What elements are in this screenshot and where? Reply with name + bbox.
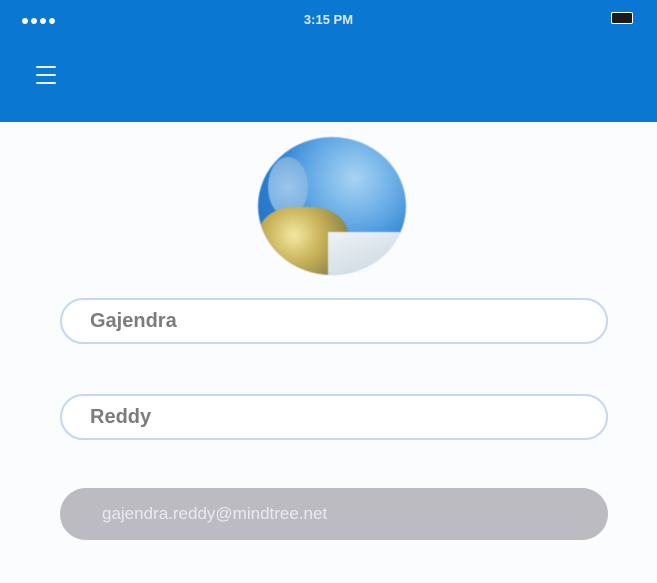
battery-icon <box>611 12 633 24</box>
last-name-field[interactable]: Reddy <box>60 394 608 440</box>
footer-hint <box>58 570 598 583</box>
app-header: 3:15 PM <box>0 0 657 122</box>
first-name-field[interactable]: Gajendra <box>60 298 608 344</box>
status-bar: 3:15 PM <box>0 0 657 44</box>
hamburger-menu-icon[interactable] <box>36 64 62 90</box>
status-time: 3:15 PM <box>303 12 354 27</box>
profile-avatar[interactable] <box>258 137 406 275</box>
profile-screen: 3:15 PM Gajendra Reddy gajendra.reddy@mi… <box>0 0 657 583</box>
status-right <box>603 12 633 24</box>
email-field: gajendra.reddy@mindtree.net <box>60 488 608 540</box>
